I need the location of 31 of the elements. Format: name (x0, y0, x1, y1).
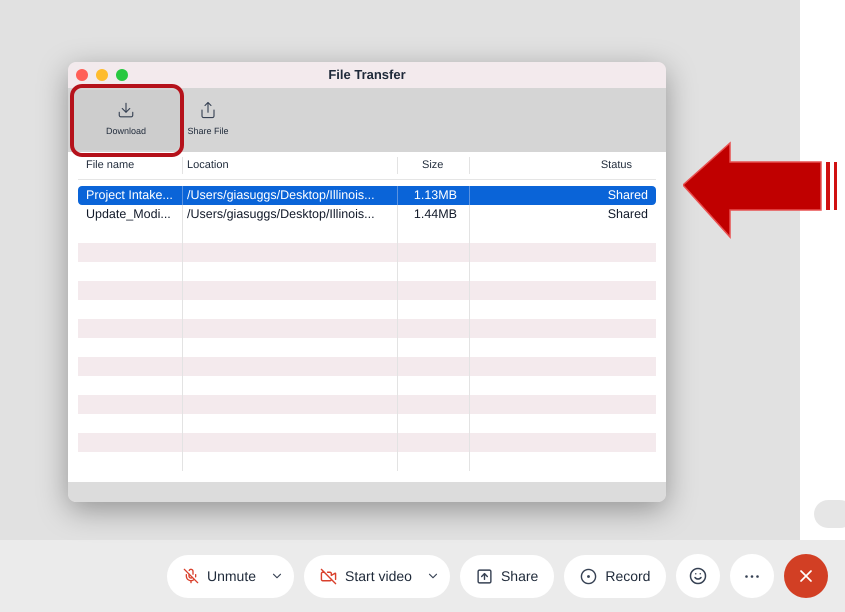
end-call-button[interactable] (784, 554, 828, 598)
table-cell: 1.13MB (398, 186, 470, 205)
toolbar-button[interactable]: Download (72, 90, 180, 150)
video-off-icon (320, 568, 338, 584)
minimize-window-icon[interactable] (96, 69, 108, 81)
column-header[interactable]: Location (183, 157, 398, 174)
window-title: File Transfer (328, 66, 406, 84)
slider-track (814, 500, 845, 528)
table-cell: Project Intake... (78, 186, 183, 205)
close-window-icon[interactable] (76, 69, 88, 81)
control-button[interactable]: Unmute (167, 554, 294, 598)
table-cell: /Users/giasuggs/Desktop/Illinois... (183, 186, 398, 205)
control-button[interactable]: Share (460, 554, 554, 598)
table-row[interactable]: Project Intake... /Users/giasuggs/Desktop/Illinois... 1.13MB Shared (78, 186, 656, 205)
record-icon (580, 568, 598, 584)
toolbar-button[interactable]: Share File (180, 90, 236, 150)
column-header[interactable]: File name (78, 157, 183, 174)
share-icon (199, 101, 217, 120)
more-icon (745, 574, 760, 578)
mic-off-icon (183, 568, 199, 584)
download-icon (117, 101, 135, 120)
column-header[interactable]: Status (470, 157, 656, 174)
column-header[interactable]: Size (398, 157, 470, 174)
control-button[interactable]: Start video (304, 554, 450, 598)
zoom-window-icon[interactable] (116, 69, 128, 81)
table-cell-text: Shared (606, 187, 649, 204)
control-button[interactable]: Record (564, 554, 666, 598)
emoji-icon (689, 567, 708, 585)
table-cell-text: Shared (606, 206, 649, 224)
share-icon (476, 568, 493, 584)
reactions-button[interactable] (676, 554, 720, 598)
